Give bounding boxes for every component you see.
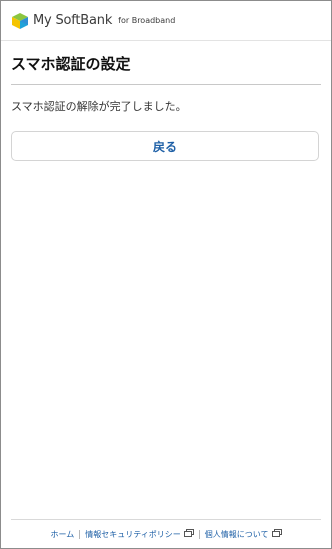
brand-subtitle: for Broadband [118, 16, 176, 25]
divider [79, 529, 81, 539]
footer-link-label: 情報セキュリティポリシー [85, 529, 181, 539]
status-message: スマホ認証の解除が完了しました。 [11, 100, 187, 113]
softbank-cube-logo-icon [11, 12, 29, 30]
external-window-icon [183, 529, 194, 539]
page-title: スマホ認証の設定 [11, 53, 321, 85]
back-button[interactable]: 戻る [11, 131, 319, 161]
brand-title: My SoftBank [33, 13, 113, 28]
footer-link-home[interactable]: ホーム [50, 529, 74, 540]
divider [198, 529, 200, 539]
page-frame: My SoftBank for Broadband スマホ認証の設定 スマホ認証… [0, 0, 332, 549]
footer: ホーム 情報セキュリティポリシー 個人情報について [11, 519, 321, 548]
external-window-icon [271, 529, 282, 539]
footer-link-privacy[interactable]: 個人情報について [205, 529, 282, 540]
logo[interactable]: My SoftBank for Broadband [11, 12, 175, 30]
footer-link-security-policy[interactable]: 情報セキュリティポリシー [85, 529, 194, 540]
header: My SoftBank for Broadband [1, 1, 331, 41]
footer-link-label: ホーム [50, 529, 75, 539]
footer-link-label: 個人情報について [204, 529, 269, 539]
